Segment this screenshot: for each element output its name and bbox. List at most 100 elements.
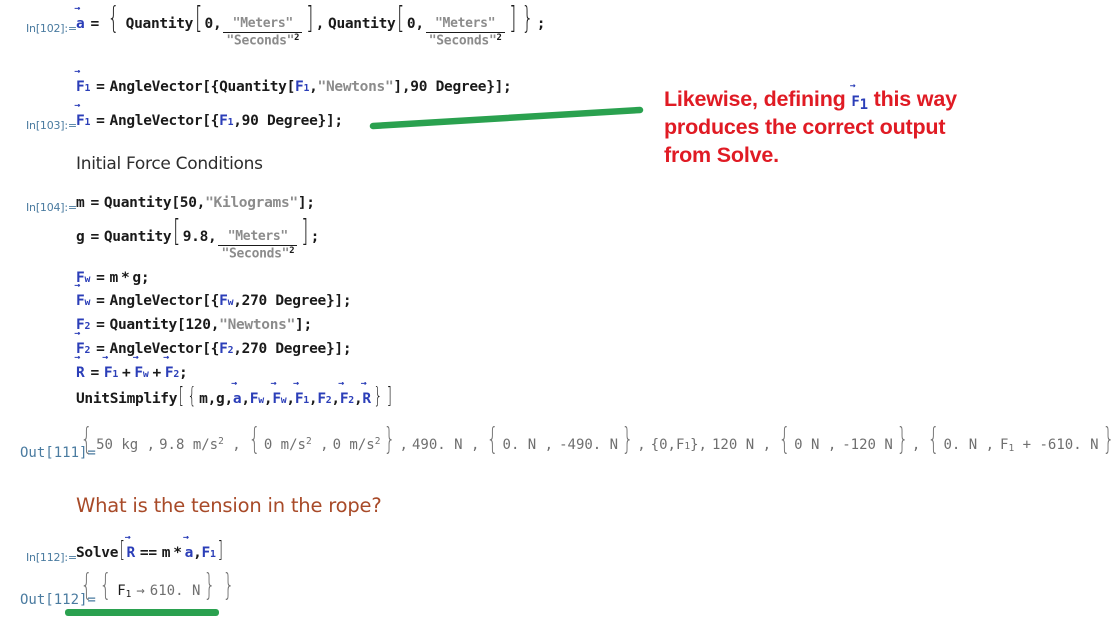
cell-label-in-103-wrap[interactable]: In[103]:= (26, 119, 77, 132)
quantity-head: Quantity (125, 16, 194, 32)
equals-sign: = (96, 317, 105, 333)
zero-value: 0 (204, 16, 214, 32)
vector-symbol-a: ⃗a (184, 535, 194, 561)
equals-sign: = (96, 293, 105, 309)
vector-symbol-fw: ⃗F (134, 355, 143, 381)
green-highlight-stroke-bottom (65, 609, 219, 616)
comma: , (977, 436, 995, 453)
comma: , (315, 16, 325, 32)
code-line-unitsimplify[interactable]: UnitSimplify [ { m, g, ⃗a, Fw, ⃗Fw, ⃗F1,… (76, 381, 393, 407)
bracket-close: ] (393, 79, 402, 95)
code-line-fw-vector[interactable]: ⃗Fw = AngleVector[{Fw, 270 Degree}]; (76, 283, 352, 309)
bracket: [ (171, 195, 180, 211)
comma: , (223, 436, 241, 453)
symbol-f: F (317, 391, 326, 407)
multiply-operator: * (120, 270, 130, 286)
brackets: [{ (202, 341, 220, 357)
equals-sign: = (90, 229, 99, 245)
code-line-solve[interactable]: Solve [ ⃗R == m * ⃗a, F1 ] (76, 535, 224, 561)
anglevector-head: AngleVector (109, 341, 203, 357)
comma: , (308, 391, 318, 407)
output-fw-magnitude: 490. N (411, 436, 463, 453)
plus-operator: + (121, 365, 131, 381)
symbol-f: F (219, 341, 228, 357)
output-row-111: { 50 kg , 9.8 m/s2 , { 0 m/s2 , 0 m/s2 }… (80, 421, 1112, 457)
comma: , (286, 391, 295, 407)
comma: , (224, 391, 233, 407)
string-newtons: "Newtons" (317, 79, 394, 95)
vector-symbol-f2: ⃗F (339, 381, 349, 407)
code-line-mass[interactable]: m = Quantity[50, "Kilograms"]; (76, 195, 315, 211)
cell-label-in-104-wrap[interactable]: In[104]:= (26, 201, 77, 214)
subscript-1: 1 (209, 549, 216, 560)
comma: , (196, 195, 206, 211)
brackets: [{ (202, 293, 220, 309)
symbol-m: m (109, 270, 119, 286)
equals-sign: = (90, 195, 99, 211)
vector-symbol-f1: ⃗F (294, 381, 304, 407)
quantity-head: Quantity (109, 317, 178, 333)
anglevector-head: AngleVector (109, 79, 203, 95)
anglevector-head: AngleVector (109, 113, 203, 129)
string-kilograms: "Kilograms" (205, 195, 298, 211)
degree-unit: Degree (275, 341, 326, 357)
bracket: [ (176, 317, 186, 333)
unitsimplify-head: UnitSimplify (76, 391, 178, 407)
unit-fraction-meters-per-seconds-squared: "Meters" "Seconds"2 (223, 16, 303, 49)
code-line-f2-vector[interactable]: ⃗F2 = AngleVector[{F2, 270 Degree}]; (76, 331, 352, 357)
output-f1-y: F (675, 436, 685, 453)
symbol-f: F (76, 317, 85, 333)
comma: , (754, 436, 771, 453)
comma: , (911, 436, 921, 453)
equals-sign: = (96, 79, 105, 95)
cell-label-in-104: In[104]:= (26, 201, 77, 214)
code-line-gravity[interactable]: g = Quantity [ 9.8, "Meters" "Seconds"2 … (76, 217, 319, 263)
fraction-numerator: "Meters" (435, 16, 496, 31)
output-symbol-f1: F1 (117, 583, 132, 601)
comma: , (207, 391, 217, 407)
output-row-112: { { F1 → 610. N } } (80, 568, 235, 603)
degree-unit: Degree (435, 79, 487, 95)
brace-close: }, (690, 436, 707, 453)
fraction-denominator: "Seconds"2 (221, 246, 295, 262)
string-newtons: "Newtons" (219, 317, 296, 333)
output-fw-y: -490. N (559, 436, 619, 453)
brackets: [{ (202, 113, 220, 129)
fraction-numerator: "Meters" (227, 229, 289, 244)
subscript-1: 1 (859, 97, 868, 114)
semicolon: ; (178, 365, 188, 381)
vector-symbol-fw: ⃗F (76, 283, 85, 309)
bracket: [ (286, 79, 296, 95)
quantity-head-2: Quantity (328, 16, 396, 32)
code-line-resultant[interactable]: ⃗R = ⃗F1 + ⃗Fw + ⃗F2; (76, 355, 188, 381)
code-line-f2-definition[interactable]: F2 = Quantity[120, "Newtons"]; (76, 317, 312, 333)
fraction-denominator: "Seconds"2 (428, 33, 502, 49)
comma: , (233, 293, 242, 309)
equals-sign: = (96, 113, 105, 129)
code-line-f1-quantity-anglevector[interactable]: ⃗F1 = AngleVector[{Quantity[F1, "Newtons… (76, 69, 512, 95)
unit-fraction-meters-per-seconds-squared: "Meters" "Seconds"2 (218, 229, 298, 262)
annotation-line-1-prefix: Likewise, defining (664, 87, 846, 111)
comma: , (353, 391, 363, 407)
symbol-f: F (249, 391, 259, 407)
close: ]; (295, 317, 312, 333)
unit-fraction-meters-per-seconds-squared-2: "Meters" "Seconds"2 (425, 16, 505, 49)
annotation-line-1-suffix: this way (873, 87, 957, 111)
vector-symbol-r: ⃗R (126, 535, 135, 561)
code-line-fw-definition[interactable]: Fw = m * g; (76, 270, 150, 286)
code-line-f1-anglevector[interactable]: ⃗F1 = AngleVector[{F1, 90 Degree}]; (76, 103, 343, 129)
cell-label-in-102: In[102]:= (26, 22, 77, 35)
annotation-line-3: from Solve. (664, 143, 779, 168)
comma: , (331, 391, 340, 407)
comma: , (233, 341, 242, 357)
multiply-operator: * (173, 545, 182, 561)
symbol-m: m (161, 545, 171, 561)
degree-value-270: 270 (241, 293, 268, 309)
degree-unit: Degree (275, 293, 326, 309)
code-line-accel-definition[interactable]: ⃗a = { Quantity [ 0, "Meters" "Seconds"2… (76, 4, 545, 50)
cell-label-in-112-wrap[interactable]: In[112]:= (26, 551, 77, 564)
comma: , (138, 436, 156, 453)
comma: , (309, 79, 318, 95)
cell-in-102[interactable]: In[102]:= (26, 22, 77, 35)
output-f2-y: -120 N (842, 436, 893, 453)
